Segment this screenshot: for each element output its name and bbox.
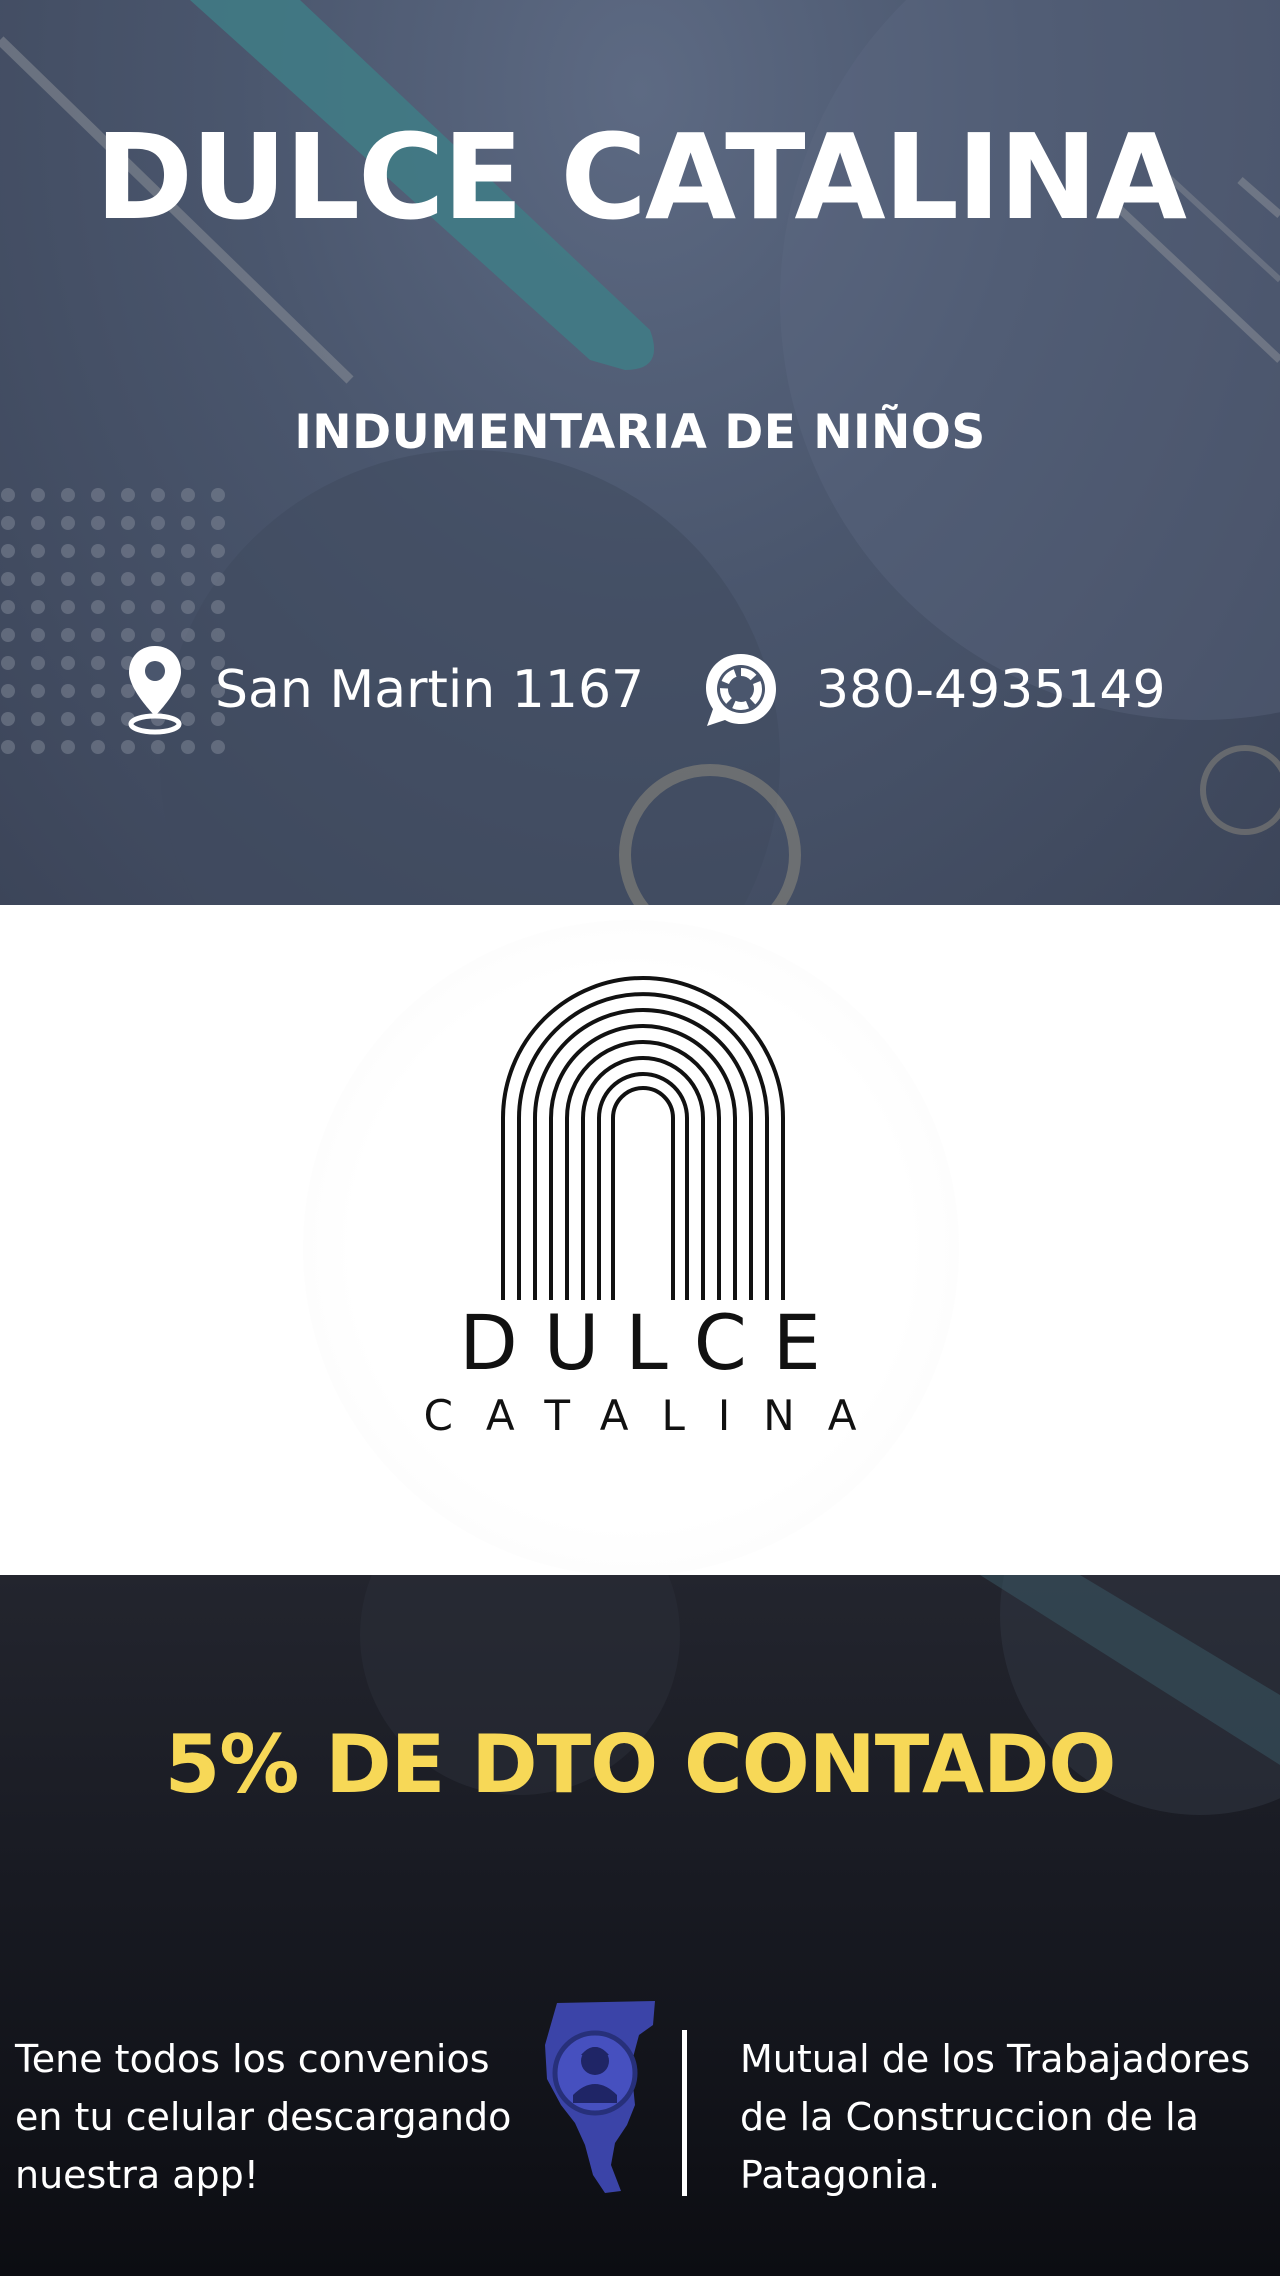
app-promo-text: Tene todos los convenios en tu celular d… — [15, 2037, 512, 2197]
decor-dot — [1, 628, 15, 642]
decor-dot — [61, 600, 75, 614]
decor-dot — [91, 516, 105, 530]
decor-dot — [31, 544, 45, 558]
decor-dot — [1, 572, 15, 586]
promo-banner: 5% DE DTO CONTADO Tene todos los conveni… — [0, 1575, 1280, 2276]
decor-dot — [1, 516, 15, 530]
decor-dot — [1, 544, 15, 558]
decor-dot — [211, 488, 225, 502]
decor-dot — [181, 572, 195, 586]
decor-dot — [121, 516, 135, 530]
decor-dot — [91, 628, 105, 642]
mutual-logo-icon — [535, 1995, 665, 2195]
decor-dot — [61, 572, 75, 586]
decor-dot — [181, 740, 195, 754]
decor-dot — [31, 684, 45, 698]
decor-dot — [91, 544, 105, 558]
decor-dot — [31, 488, 45, 502]
decor-dot — [181, 516, 195, 530]
decor-dot — [121, 544, 135, 558]
map-pin-icon — [125, 640, 185, 740]
logo-text-catalina: CATALINA — [423, 1391, 890, 1440]
decor-dot — [151, 600, 165, 614]
decor-dot — [1, 656, 15, 670]
decor-dot — [211, 740, 225, 754]
decor-dot — [61, 712, 75, 726]
arch-line — [611, 1086, 675, 1300]
decor-dot — [31, 516, 45, 530]
brand-logo-section: DULCE CATALINA — [0, 905, 1280, 1576]
arch-line — [565, 1040, 721, 1300]
decor-dot — [31, 572, 45, 586]
decor-dot — [91, 656, 105, 670]
decor-dot — [151, 516, 165, 530]
decor-dot — [211, 600, 225, 614]
decor-dot — [121, 600, 135, 614]
discount-title: 5% DE DTO CONTADO — [164, 1718, 1117, 1811]
arch-line — [549, 1024, 737, 1300]
logo-text-dulce: DULCE — [459, 1298, 847, 1387]
decor-dot — [91, 684, 105, 698]
decor-dot — [121, 740, 135, 754]
decor-dot — [91, 488, 105, 502]
decor-dot — [91, 712, 105, 726]
decor-dot — [61, 628, 75, 642]
decor-dot — [1, 684, 15, 698]
arch-line — [517, 992, 769, 1300]
decor-dot — [181, 600, 195, 614]
decor-dot — [151, 572, 165, 586]
vertical-divider — [682, 2030, 687, 2196]
decor-dot — [151, 544, 165, 558]
decor-dot — [121, 488, 135, 502]
decor-dot — [1, 488, 15, 502]
decor-dot — [31, 740, 45, 754]
decor-dot — [61, 516, 75, 530]
decor-dot — [31, 712, 45, 726]
decor-dot — [61, 740, 75, 754]
brand-title: DULCE CATALINA — [95, 108, 1187, 246]
decor-dot — [31, 656, 45, 670]
brand-subtitle: INDUMENTARIA DE NIÑOS — [294, 405, 986, 460]
decor-dot — [61, 488, 75, 502]
decor-dot — [91, 600, 105, 614]
decor-dot — [1, 600, 15, 614]
decor-dot — [211, 572, 225, 586]
arch-logo-icon — [501, 976, 785, 1300]
phone-info[interactable]: 380-4935149 — [700, 640, 1166, 740]
decor-dot — [1, 712, 15, 726]
decor-dot — [91, 572, 105, 586]
mutual-description: Mutual de los Trabajadores de la Constru… — [740, 2037, 1251, 2197]
address-info[interactable]: San Martin 1167 — [125, 640, 644, 740]
address-text: San Martin 1167 — [215, 660, 645, 720]
decor-dot — [181, 488, 195, 502]
decor-dot — [31, 628, 45, 642]
decor-dot — [61, 544, 75, 558]
whatsapp-icon — [700, 640, 782, 740]
decor-dot — [61, 656, 75, 670]
decor-dot — [91, 740, 105, 754]
decor-dot — [121, 572, 135, 586]
decor-dot — [1, 740, 15, 754]
decor-dot — [151, 488, 165, 502]
decor-dot — [61, 684, 75, 698]
header-banner: DULCE CATALINA INDUMENTARIA DE NIÑOS San… — [0, 0, 1280, 905]
decor-dot — [181, 544, 195, 558]
phone-text: 380-4935149 — [816, 660, 1166, 720]
decor-dot — [151, 740, 165, 754]
decor-dot — [211, 516, 225, 530]
decor-dot — [31, 600, 45, 614]
decor-dot — [211, 544, 225, 558]
